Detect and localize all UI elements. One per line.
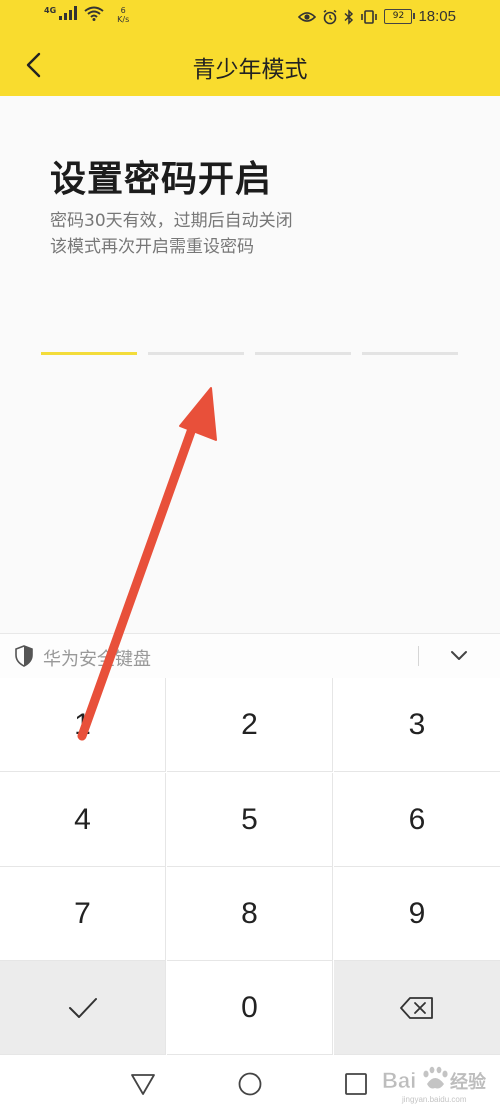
keyboard-divider bbox=[418, 646, 419, 666]
bluetooth-icon bbox=[344, 8, 354, 25]
pin-slot-1 bbox=[41, 352, 137, 355]
confirm-key[interactable] bbox=[0, 961, 166, 1055]
backspace-key[interactable] bbox=[334, 961, 500, 1055]
shield-icon bbox=[15, 645, 33, 667]
key-6[interactable]: 6 bbox=[334, 773, 500, 867]
chevron-down-icon[interactable] bbox=[447, 644, 471, 668]
numeric-keypad: 1 2 3 4 5 6 7 8 9 0 bbox=[0, 678, 500, 1055]
description-line-2: 该模式再次开启需重设密码 bbox=[50, 237, 254, 257]
key-2[interactable]: 2 bbox=[167, 678, 333, 772]
key-7[interactable]: 7 bbox=[0, 867, 166, 961]
signal-icon bbox=[59, 6, 78, 20]
key-1[interactable]: 1 bbox=[0, 678, 166, 772]
eye-icon bbox=[298, 11, 317, 22]
password-setup-panel: 设置密码开启 密码30天有效，过期后自动关闭 该模式再次开启需重设密码 bbox=[0, 96, 500, 633]
title-bar: 青少年模式 bbox=[0, 34, 500, 96]
network-speed: 6 K/s bbox=[117, 6, 129, 24]
setup-heading: 设置密码开启 bbox=[50, 159, 273, 200]
key-5[interactable]: 5 bbox=[167, 773, 333, 867]
alarm-icon bbox=[323, 9, 337, 24]
nav-home-icon[interactable] bbox=[237, 1071, 263, 1097]
key-8[interactable]: 8 bbox=[167, 867, 333, 961]
wifi-icon bbox=[84, 6, 104, 21]
pin-slot-4 bbox=[362, 352, 458, 355]
keyboard-header: 华为安全键盘 bbox=[0, 633, 500, 679]
speed-unit: K/s bbox=[117, 15, 130, 24]
app-header: 4G 6 K/s 92 18:05 青少年模式 bbox=[0, 0, 500, 96]
nav-recents-icon[interactable] bbox=[343, 1071, 369, 1097]
speed-value: 6 bbox=[120, 6, 126, 15]
pin-slot-3 bbox=[255, 352, 351, 355]
backspace-icon bbox=[400, 996, 433, 1019]
key-3[interactable]: 3 bbox=[334, 678, 500, 772]
status-bar: 4G 6 K/s 92 18:05 bbox=[0, 0, 500, 34]
pin-slot-2 bbox=[148, 352, 244, 355]
keyboard-title: 华为安全键盘 bbox=[43, 649, 151, 670]
page-title: 青少年模式 bbox=[192, 57, 308, 83]
description-line-1: 密码30天有效，过期后自动关闭 bbox=[50, 211, 293, 231]
check-icon bbox=[68, 997, 97, 1018]
key-9[interactable]: 9 bbox=[334, 867, 500, 961]
status-left: 4G 6 K/s bbox=[44, 6, 129, 24]
status-right: 92 18:05 bbox=[298, 8, 456, 25]
pin-input[interactable] bbox=[41, 352, 459, 356]
battery-indicator: 92 bbox=[384, 9, 416, 24]
key-0[interactable]: 0 bbox=[167, 961, 333, 1055]
vibrate-icon bbox=[361, 9, 378, 24]
setup-description: 密码30天有效，过期后自动关闭 该模式再次开启需重设密码 bbox=[50, 208, 293, 260]
key-4[interactable]: 4 bbox=[0, 773, 166, 867]
network-type: 4G bbox=[44, 6, 57, 15]
clock: 18:05 bbox=[418, 8, 456, 25]
nav-back-icon[interactable] bbox=[130, 1071, 156, 1097]
system-nav-bar bbox=[0, 1055, 500, 1111]
